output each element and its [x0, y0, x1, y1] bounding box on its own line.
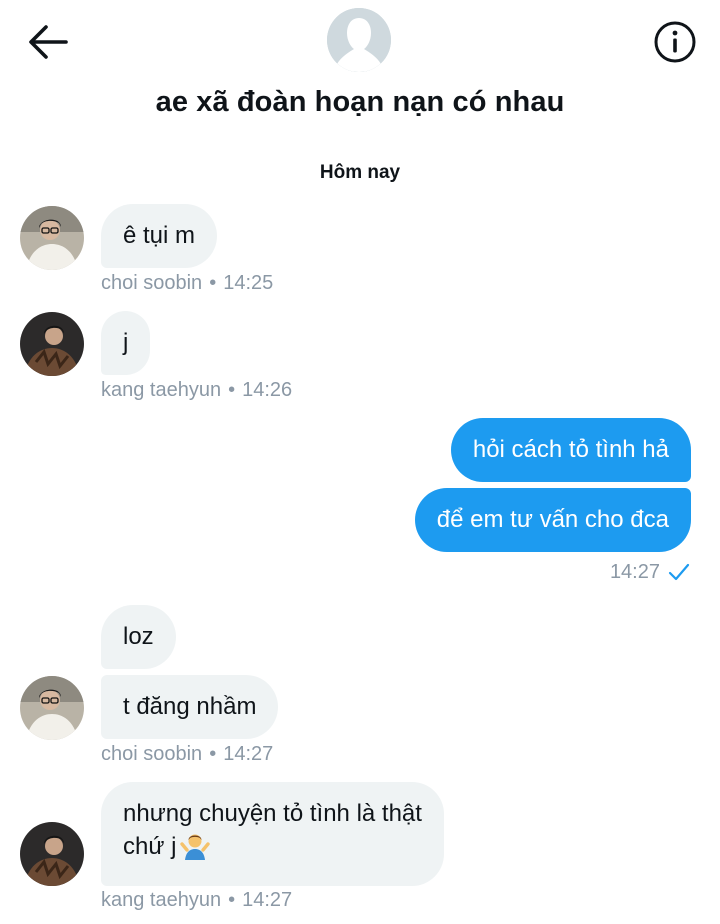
- message-bubble[interactable]: nhưng chuyện tỏ tình là thật chứ j: [101, 782, 444, 886]
- message-text: j: [123, 329, 129, 356]
- default-avatar-icon: [327, 8, 391, 72]
- avatar-kang-taehyun[interactable]: [20, 312, 84, 376]
- user-photo-icon: [20, 822, 84, 886]
- back-arrow-icon: [29, 25, 68, 59]
- user-photo-icon: [20, 312, 84, 376]
- message-bubble[interactable]: ê tụi m: [101, 204, 218, 268]
- message-text: loz: [123, 623, 154, 650]
- meta-separator: •: [209, 272, 217, 294]
- user-photo-icon: [20, 206, 84, 270]
- sender-name: kang taehyun: [101, 379, 222, 401]
- sender-name: choi soobin: [101, 272, 203, 294]
- group-avatar[interactable]: [327, 8, 391, 72]
- message-text-line: nhưng chuyện tỏ tình là thật: [123, 800, 422, 827]
- message-text: t đăng nhầm: [123, 693, 257, 720]
- conversation-title: ae xã đoàn hoạn nạn có nhau: [155, 86, 565, 118]
- meta-separator: •: [228, 889, 236, 911]
- message-bubble[interactable]: để em tư vấn cho đca: [414, 488, 691, 552]
- message-bubble[interactable]: t đăng nhầm: [101, 675, 279, 739]
- avatar-kang-taehyun[interactable]: [20, 822, 84, 886]
- message-time: 14:27: [223, 743, 274, 765]
- message-time: 14:27: [609, 561, 660, 583]
- message-bubble[interactable]: hỏi cách tỏ tình hả: [450, 418, 691, 482]
- sender-name: choi soobin: [101, 743, 203, 765]
- message-bubble[interactable]: j: [101, 311, 151, 375]
- user-photo-icon: [20, 676, 84, 740]
- message-time: 14:26: [242, 379, 293, 401]
- message-bubble[interactable]: loz: [101, 605, 176, 669]
- info-icon: [654, 21, 696, 63]
- conversation-info-button[interactable]: [653, 20, 697, 64]
- message-text: ê tụi m: [123, 222, 196, 249]
- sender-name: kang taehyun: [101, 889, 222, 911]
- read-check-icon: [668, 562, 690, 588]
- day-separator: Hôm nay: [319, 162, 401, 183]
- person-shrugging-emoji: [180, 830, 211, 869]
- message-meta: choi soobin • 14:27: [101, 743, 273, 766]
- message-meta: choi soobin • 14:25: [101, 272, 273, 295]
- avatar-choi-soobin[interactable]: [20, 676, 84, 740]
- message-meta: kang taehyun • 14:27: [101, 889, 292, 912]
- message-meta: kang taehyun • 14:26: [101, 379, 292, 402]
- message-text-line: chứ j: [123, 833, 177, 860]
- message-time: 14:27: [242, 889, 293, 911]
- meta-separator: •: [228, 379, 236, 401]
- message-text: hỏi cách tỏ tình hả: [472, 436, 669, 463]
- message-text: để em tư vấn cho đca: [436, 506, 669, 533]
- meta-separator: •: [209, 743, 217, 765]
- back-button[interactable]: [26, 22, 70, 62]
- message-time: 14:25: [223, 272, 274, 294]
- message-meta: 14:27: [610, 561, 690, 588]
- avatar-choi-soobin[interactable]: [20, 206, 84, 270]
